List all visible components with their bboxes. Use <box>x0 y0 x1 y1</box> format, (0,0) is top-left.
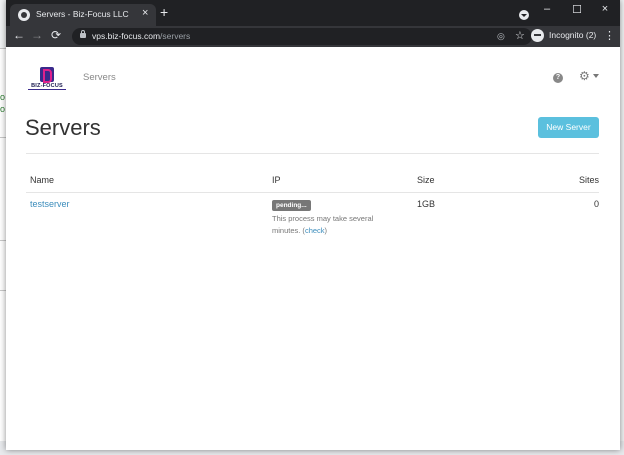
page-title: Servers <box>25 115 101 140</box>
logo-underline <box>28 89 66 90</box>
tracking-blocked-icon[interactable]: ◎ <box>497 31 505 42</box>
status-badge: pending... <box>272 200 311 211</box>
close-window-icon[interactable]: × <box>597 3 613 15</box>
url-text[interactable]: vps.biz-focus.com/servers <box>92 31 190 41</box>
column-header-name: Name <box>30 175 55 185</box>
url-host: vps.biz-focus.com <box>92 31 161 41</box>
back-icon[interactable]: ← <box>13 28 25 42</box>
help-icon[interactable]: ? <box>553 73 563 83</box>
new-tab-icon[interactable]: + <box>160 5 168 19</box>
pending-note: This process may take several minutes. (… <box>272 213 390 237</box>
check-link[interactable]: check <box>305 226 325 235</box>
column-header-size: Size <box>417 175 435 185</box>
incognito-indicator[interactable]: Incognito (2) <box>531 29 597 44</box>
server-size: 1GB <box>417 199 436 209</box>
globe-icon <box>18 9 30 21</box>
server-name-link[interactable]: testserver <box>30 199 70 209</box>
chevron-down-icon <box>593 74 599 78</box>
tab-search-icon[interactable] <box>519 10 529 20</box>
tab-close-icon[interactable]: × <box>142 7 148 19</box>
incognito-label: Incognito (2) <box>549 30 597 40</box>
browser-window: Servers - Biz-Focus LLC × + – ☐ × ← → ⟳ … <box>6 0 620 450</box>
browser-toolbar: ← → ⟳ vps.biz-focus.com/servers ◎ ☆ Inco… <box>6 26 620 47</box>
minimize-icon[interactable]: – <box>539 3 555 15</box>
title-bar: Servers - Biz-Focus LLC × + – ☐ × <box>6 0 620 26</box>
tab-servers[interactable]: Servers - Biz-Focus LLC × <box>10 4 156 26</box>
browser-menu-icon[interactable]: ⋮ <box>604 29 615 42</box>
url-path: /servers <box>160 31 191 41</box>
maximize-icon[interactable]: ☐ <box>569 3 585 16</box>
site-logo[interactable]: BIZ-FOCUS <box>28 67 66 93</box>
column-header-ip: IP <box>272 175 281 185</box>
logo-mark <box>40 67 54 83</box>
column-header-sites: Sites <box>578 175 599 185</box>
tab-title: Servers - Biz-Focus LLC <box>36 9 129 19</box>
title-divider <box>26 153 599 154</box>
gear-icon: ⚙ <box>579 69 590 83</box>
nav-link-servers[interactable]: Servers <box>83 72 116 83</box>
server-sites-count: 0 <box>593 199 599 209</box>
lock-icon[interactable] <box>80 30 86 38</box>
settings-menu[interactable]: ⚙ <box>579 69 599 83</box>
header-divider <box>26 192 599 193</box>
pending-note-end: ) <box>324 226 328 235</box>
incognito-icon <box>531 29 544 42</box>
new-server-button[interactable]: New Server <box>538 117 599 138</box>
address-bar[interactable]: vps.biz-focus.com/servers ◎ ☆ <box>72 28 532 45</box>
bookmark-star-icon[interactable]: ☆ <box>515 29 525 42</box>
forward-icon[interactable]: → <box>31 28 43 42</box>
page-content: BIZ-FOCUS Servers ? ⚙ Servers New Server… <box>6 47 620 450</box>
reload-icon[interactable]: ⟳ <box>51 28 61 42</box>
